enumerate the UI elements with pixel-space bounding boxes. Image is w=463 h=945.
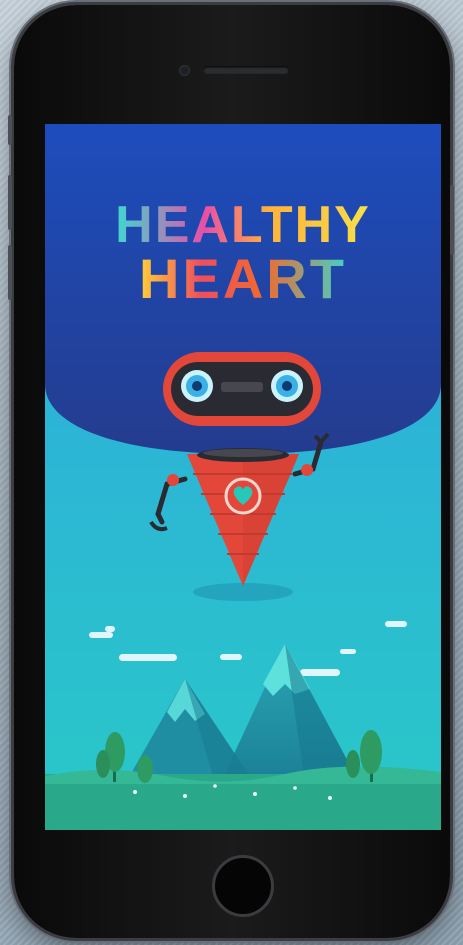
volume-down-button xyxy=(8,245,12,300)
title-line2: HEART xyxy=(139,247,347,310)
volume-up-button xyxy=(8,175,12,230)
splash-illustration: HEALTHY HEART xyxy=(45,124,441,830)
app-screen[interactable]: HEALTHY HEART xyxy=(45,124,441,830)
earpiece-speaker xyxy=(203,66,289,74)
home-button[interactable] xyxy=(212,855,274,917)
title-line1: HEALTHY xyxy=(115,196,371,254)
power-button xyxy=(450,185,454,255)
front-camera xyxy=(179,65,190,76)
mute-switch xyxy=(8,115,12,145)
